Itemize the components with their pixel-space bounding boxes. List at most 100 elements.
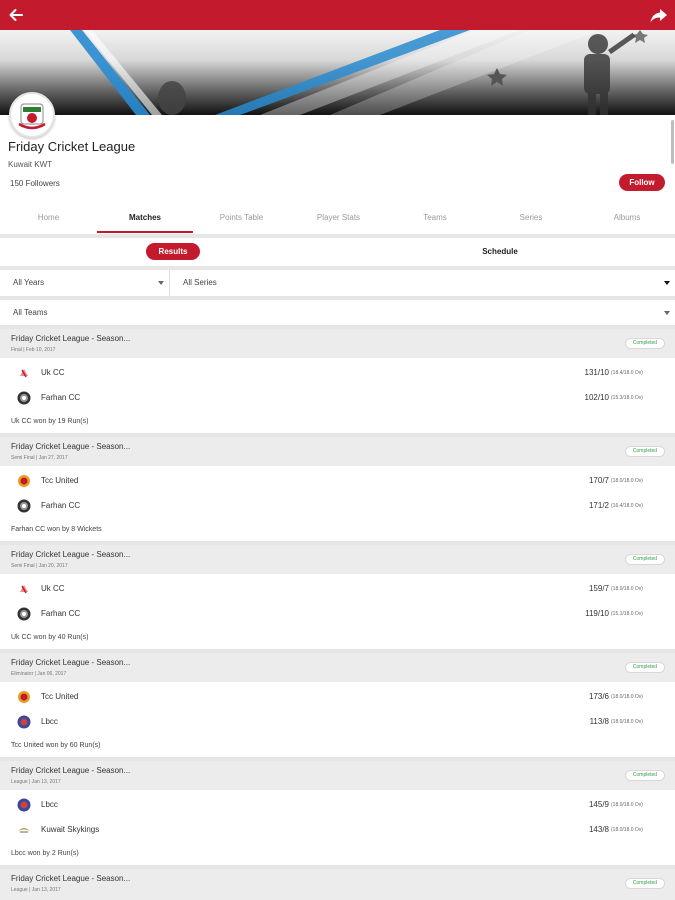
team-name: Tcc United	[41, 692, 79, 701]
tab-player-stats[interactable]: Player Stats	[290, 202, 387, 235]
share-arrow-icon[interactable]	[649, 5, 669, 25]
league-location: Kuwait KWT	[8, 160, 53, 169]
team-row: Farhan CC 102/10 (15.3/18.0 Ov)	[0, 388, 675, 408]
farhan-cc-logo-icon	[17, 607, 31, 621]
team-score: 173/6	[588, 692, 609, 701]
arrow-left-icon[interactable]	[6, 5, 26, 25]
tab-teams[interactable]: Teams	[387, 202, 483, 235]
farhan-cc-logo-icon	[17, 391, 31, 405]
results-button[interactable]: Results	[146, 243, 200, 260]
team-overs: (15.1/18.0 Ov)	[611, 611, 643, 617]
lbcc-logo-icon	[17, 715, 31, 729]
team-score: 145/9	[588, 800, 609, 809]
tab-points-table[interactable]: Points Table	[193, 202, 290, 235]
status-badge: Completed	[625, 878, 665, 889]
team-score: 119/10	[585, 609, 609, 618]
match-card[interactable]: Friday Cricket League - Season... League…	[0, 869, 675, 900]
followers-count: 150 Followers	[10, 179, 60, 188]
match-card[interactable]: Friday Cricket League - Season... Semi F…	[0, 437, 675, 543]
team-overs: (15.3/18.0 Ov)	[611, 395, 643, 401]
team-overs: (16.4/18.0 Ov)	[611, 503, 643, 509]
match-result: Farhan CC won by 8 Wickets	[11, 526, 102, 533]
results-schedule-toggle	[0, 238, 675, 266]
match-stage-date: Semi Final | Jan 20, 2017	[11, 563, 68, 569]
match-card-header: Friday Cricket League - Season... Semi F…	[0, 545, 675, 574]
team-row: Uk CC 159/7 (18.0/18.0 Ov)	[0, 579, 675, 599]
team-name: Uk CC	[41, 368, 65, 377]
team-overs: (18.0/18.0 Ov)	[611, 586, 643, 592]
follow-button[interactable]: Follow	[619, 174, 665, 191]
tab-series[interactable]: Series	[483, 202, 579, 235]
years-filter-dropdown[interactable]: All Years	[0, 270, 169, 296]
match-series-title: Friday Cricket League - Season...	[11, 550, 131, 559]
series-filter-dropdown[interactable]: All Series	[170, 270, 675, 296]
team-row: Farhan CC 119/10 (15.1/18.0 Ov)	[0, 604, 675, 624]
match-stage-date: League | Jan 13, 2017	[11, 779, 61, 785]
match-card[interactable]: Friday Cricket League - Season... League…	[0, 761, 675, 867]
kuwait-skykings-logo-icon	[18, 828, 30, 833]
team-row: Uk CC 131/10 (18.4/18.0 Ov)	[0, 363, 675, 383]
team-name: Tcc United	[41, 476, 79, 485]
match-card[interactable]: Friday Cricket League - Season... Semi F…	[0, 545, 675, 651]
match-series-title: Friday Cricket League - Season...	[11, 766, 131, 775]
match-result: Tcc United won by 60 Run(s)	[11, 742, 101, 749]
caret-down-icon	[158, 281, 164, 285]
team-score: 131/10	[584, 368, 609, 377]
match-card-header: Friday Cricket League - Season... League…	[0, 761, 675, 790]
team-name: Farhan CC	[41, 393, 81, 402]
farhan-cc-logo-icon	[17, 499, 31, 513]
team-score: 102/10	[584, 393, 609, 402]
league-title: Friday Cricket League	[8, 139, 136, 154]
match-series-title: Friday Cricket League - Season...	[11, 874, 131, 883]
scrollbar[interactable]	[671, 120, 674, 164]
team-overs: (18.0/18.0 Ov)	[611, 719, 643, 725]
team-name: Farhan CC	[41, 609, 81, 618]
team-name: Farhan CC	[41, 501, 81, 510]
league-cover-banner	[0, 30, 675, 115]
active-tab-indicator	[97, 231, 193, 233]
lbcc-logo-icon	[17, 798, 31, 812]
teams-filter-label: All Teams	[13, 308, 48, 317]
caret-down-icon	[664, 311, 670, 315]
team-name: Lbcc	[41, 800, 58, 809]
team-row: Lbcc 145/9 (18.0/18.0 Ov)	[0, 795, 675, 815]
match-series-title: Friday Cricket League - Season...	[11, 658, 131, 667]
team-name: Kuwait Skykings	[41, 825, 100, 834]
team-overs: (18.0/18.0 Ov)	[611, 478, 643, 484]
match-stage-date: Final | Feb 10, 2017	[11, 347, 56, 353]
match-series-title: Friday Cricket League - Season...	[11, 334, 131, 343]
team-name: Uk CC	[41, 584, 65, 593]
years-filter-label: All Years	[13, 278, 45, 287]
match-result: Uk CC won by 19 Run(s)	[11, 418, 89, 425]
status-badge: Completed	[625, 554, 665, 565]
match-stage-date: Eliminator | Jan 06, 2017	[11, 671, 67, 677]
match-stage-date: League | Jan 13, 2017	[11, 887, 61, 893]
app-bar	[0, 0, 675, 30]
match-card-header: Friday Cricket League - Season... Semi F…	[0, 437, 675, 466]
team-row: Kuwait Skykings 143/8 (18.0/18.0 Ov)	[0, 820, 675, 840]
status-badge: Completed	[625, 338, 665, 349]
schedule-button[interactable]: Schedule	[470, 243, 530, 260]
match-card[interactable]: Friday Cricket League - Season... Elimin…	[0, 653, 675, 759]
match-card-header: Friday Cricket League - Season... League…	[0, 869, 675, 900]
tab-home[interactable]: Home	[0, 202, 97, 235]
team-score: 113/8	[589, 717, 609, 726]
team-overs: (18.0/18.0 Ov)	[611, 694, 643, 700]
match-card-header: Friday Cricket League - Season... Elimin…	[0, 653, 675, 682]
team-overs: (18.0/18.0 Ov)	[611, 827, 643, 833]
tab-albums[interactable]: Albums	[579, 202, 675, 235]
match-card[interactable]: Friday Cricket League - Season... Final …	[0, 329, 675, 435]
teams-filter-dropdown[interactable]: All Teams	[0, 300, 675, 325]
match-stage-date: Semi Final | Jan 27, 2017	[11, 455, 68, 461]
league-logo	[9, 92, 55, 138]
team-overs: (18.4/18.0 Ov)	[611, 370, 643, 376]
team-overs: (18.0/18.0 Ov)	[611, 802, 643, 808]
team-score: 170/7	[588, 476, 609, 485]
team-row: Lbcc 113/8 (18.0/18.0 Ov)	[0, 712, 675, 732]
team-score: 171/2	[588, 501, 609, 510]
uk-cc-logo-icon	[20, 369, 28, 378]
tcc-united-logo-icon	[18, 691, 30, 703]
uk-cc-logo-icon	[20, 585, 28, 594]
status-badge: Completed	[625, 770, 665, 781]
status-badge: Completed	[625, 662, 665, 673]
